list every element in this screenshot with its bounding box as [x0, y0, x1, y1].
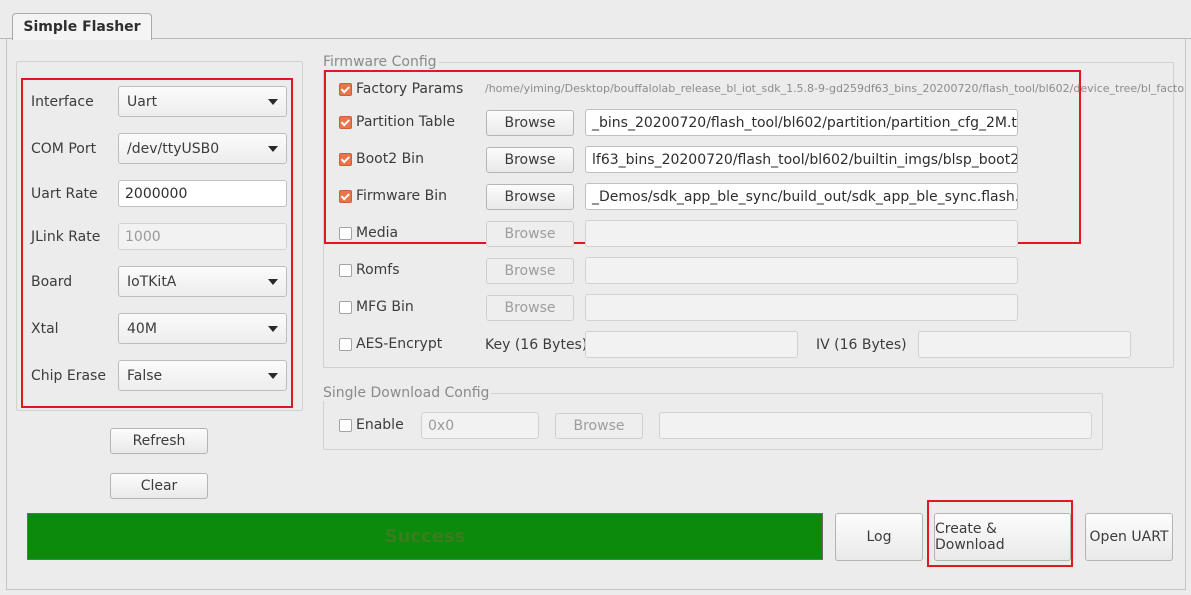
mfg-bin-path-input[interactable] [585, 294, 1018, 321]
refresh-button[interactable]: Refresh [110, 428, 208, 454]
single-download-enable-checkbox[interactable] [339, 419, 352, 432]
factory-params-path: /home/yiming/Desktop/bouffalolab_release… [485, 82, 1185, 95]
mfg-bin-label[interactable]: MFG Bin [356, 299, 414, 315]
firmware-bin-label[interactable]: Firmware Bin [356, 188, 447, 204]
aes-key-label: Key (16 Bytes) [485, 337, 588, 353]
partition-table-checkbox[interactable] [339, 116, 352, 129]
boot2-bin-label[interactable]: Boot2 Bin [356, 151, 424, 167]
board-label: Board [31, 274, 73, 290]
firmware-bin-checkbox[interactable] [339, 190, 352, 203]
xtal-select[interactable]: 40M [118, 313, 287, 344]
interface-label: Interface [31, 94, 94, 110]
aes-iv-label: IV (16 Bytes) [816, 337, 907, 353]
chip-erase-select-value: False [127, 367, 163, 384]
firmware-bin-path-input[interactable]: _Demos/sdk_app_ble_sync/build_out/sdk_ap… [585, 183, 1018, 210]
single-download-path-input[interactable] [659, 412, 1092, 439]
xtal-select-value: 40M [127, 320, 157, 337]
boot2-bin-path-input[interactable]: lf63_bins_20200720/flash_tool/bl602/buil… [585, 146, 1018, 173]
tab-simple-flasher[interactable]: Simple Flasher [12, 13, 152, 40]
mfg-bin-checkbox[interactable] [339, 301, 352, 314]
status-progress-bar: Success [27, 513, 823, 560]
romfs-label[interactable]: Romfs [356, 262, 400, 278]
com-port-select-value: /dev/ttyUSB0 [127, 140, 220, 157]
log-button[interactable]: Log [835, 513, 923, 561]
chevron-down-icon [268, 145, 278, 152]
uart-rate-label: Uart Rate [31, 186, 98, 202]
com-port-select[interactable]: /dev/ttyUSB0 [118, 133, 287, 164]
single-download-address-input[interactable]: 0x0 [421, 412, 539, 439]
xtal-label: Xtal [31, 321, 59, 337]
partition-table-path-input[interactable]: _bins_20200720/flash_tool/bl602/partitio… [585, 109, 1018, 136]
board-select-value: IoTKitA [127, 273, 177, 290]
boot2-bin-browse-button[interactable]: Browse [486, 147, 574, 173]
chevron-down-icon [268, 98, 278, 105]
aes-iv-input[interactable] [918, 331, 1131, 358]
open-uart-button[interactable]: Open UART [1085, 513, 1173, 561]
clear-button[interactable]: Clear [110, 473, 208, 499]
factory-params-checkbox[interactable] [339, 83, 352, 96]
media-label[interactable]: Media [356, 225, 398, 241]
firmware-config-title: Firmware Config [321, 54, 439, 70]
board-select[interactable]: IoTKitA [118, 266, 287, 297]
com-port-label: COM Port [31, 141, 97, 157]
media-checkbox[interactable] [339, 227, 352, 240]
factory-params-label[interactable]: Factory Params [356, 81, 463, 97]
status-text: Success [384, 526, 466, 547]
chevron-down-icon [268, 325, 278, 332]
boot2-bin-checkbox[interactable] [339, 153, 352, 166]
single-download-title: Single Download Config [321, 385, 492, 401]
chevron-down-icon [268, 278, 278, 285]
chip-erase-select[interactable]: False [118, 360, 287, 391]
aes-key-input[interactable] [585, 331, 798, 358]
media-path-input[interactable] [585, 220, 1018, 247]
media-browse-button[interactable]: Browse [486, 221, 574, 247]
jlink-rate-label: JLink Rate [31, 229, 101, 245]
uart-rate-input[interactable]: 2000000 [118, 180, 287, 207]
romfs-browse-button[interactable]: Browse [486, 258, 574, 284]
romfs-checkbox[interactable] [339, 264, 352, 277]
chip-erase-label: Chip Erase [31, 368, 106, 384]
create-download-button[interactable]: Create & Download [934, 513, 1071, 561]
mfg-bin-browse-button[interactable]: Browse [486, 295, 574, 321]
romfs-path-input[interactable] [585, 257, 1018, 284]
interface-select[interactable]: Uart [118, 86, 287, 117]
aes-encrypt-label[interactable]: AES-Encrypt [356, 336, 442, 352]
single-download-browse-button[interactable]: Browse [555, 413, 643, 439]
aes-encrypt-checkbox[interactable] [339, 338, 352, 351]
firmware-bin-browse-button[interactable]: Browse [486, 184, 574, 210]
interface-select-value: Uart [127, 93, 158, 110]
chevron-down-icon [268, 372, 278, 379]
partition-table-browse-button[interactable]: Browse [486, 110, 574, 136]
partition-table-label[interactable]: Partition Table [356, 114, 455, 130]
single-download-enable-label[interactable]: Enable [356, 417, 404, 433]
jlink-rate-input[interactable]: 1000 [118, 223, 287, 250]
